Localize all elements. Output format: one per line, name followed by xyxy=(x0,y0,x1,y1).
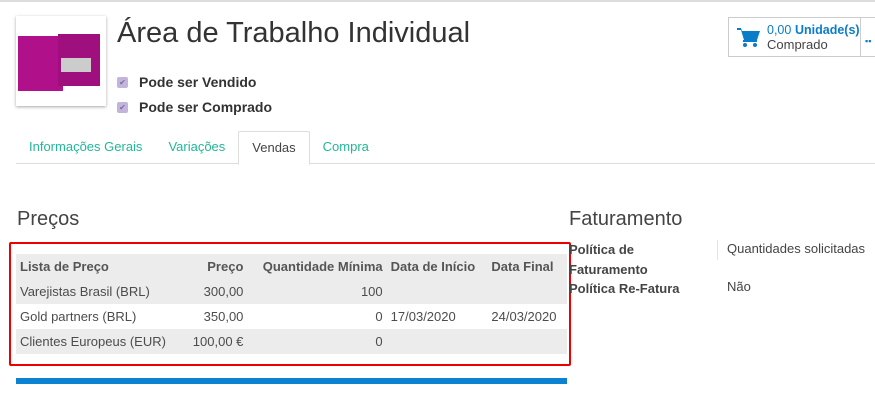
tab-bar: Informações Gerais Variações Vendas Comp… xyxy=(16,131,875,165)
checkbox-label: Pode ser Comprado xyxy=(139,99,273,115)
can-be-purchased-checkbox[interactable]: ✔ Pode ser Comprado xyxy=(117,99,272,115)
invoicing-heading: Faturamento xyxy=(569,208,683,230)
cell: 100,00 € xyxy=(192,334,244,349)
prices-heading: Preços xyxy=(17,208,80,230)
tab-purchase[interactable]: Compra xyxy=(310,131,382,163)
checkmark-icon[interactable]: ✔ xyxy=(117,76,128,88)
tab-variants[interactable]: Variações xyxy=(155,131,238,163)
cell xyxy=(487,329,567,354)
field-value[interactable]: Quantidades solicitadas xyxy=(727,241,865,256)
cell: 0 xyxy=(375,309,383,324)
cell: Varejistas Brasil (BRL) xyxy=(20,284,150,299)
col-start-date: Data de Início xyxy=(390,259,476,274)
field-label: Política Re-Fatura xyxy=(569,281,680,296)
tab-general-info[interactable]: Informações Gerais xyxy=(16,131,155,163)
invoice-policy-field: Política de Faturamento Quantidades solic… xyxy=(569,240,865,280)
checkmark-icon[interactable]: ✔ xyxy=(117,101,128,113)
col-min-qty: Quantidade Mínima xyxy=(262,259,383,274)
purchased-stat-button[interactable]: 0,00 Unidade(s) Comprado xyxy=(728,17,861,57)
col-price: Preço xyxy=(207,259,244,274)
can-be-sold-checkbox[interactable]: ✔ Pode ser Vendido xyxy=(117,74,256,90)
cell xyxy=(387,329,488,354)
field-label: Política de Faturamento xyxy=(569,242,648,277)
cell: 100 xyxy=(360,284,383,299)
stat-unit: Unidade(s) xyxy=(794,23,860,37)
top-border xyxy=(0,0,875,2)
table-header: Lista de Preço Preço Quantidade Mínima Data… xyxy=(16,254,567,279)
stat-value: 0,00 xyxy=(767,23,792,37)
col-pricelist: Lista de Preço xyxy=(20,259,109,274)
col-end-date: Data Final xyxy=(491,259,554,274)
field-value[interactable]: Não xyxy=(727,279,751,294)
pricelist-table: Lista de Preço Preço Quantidade Mínima Data… xyxy=(16,254,567,354)
stat-label: Comprado xyxy=(767,37,828,52)
table-row[interactable]: Gold partners (BRL) 350,00 0 17/03/2020 24/0… xyxy=(16,304,567,329)
reinvoice-policy-field: Política Re-Fatura Não xyxy=(569,279,751,299)
cell: 350,00 xyxy=(203,309,244,324)
cell: Clientes Europeus (EUR) xyxy=(20,334,166,349)
product-title: Área de Trabalho Individual xyxy=(117,17,471,49)
cell: 300,00 xyxy=(203,284,244,299)
tab-sales[interactable]: Vendas xyxy=(238,131,310,165)
product-image[interactable] xyxy=(16,16,106,106)
table-row[interactable]: Varejistas Brasil (BRL) 300,00 100 xyxy=(16,279,567,304)
cell xyxy=(387,279,488,304)
cart-icon xyxy=(737,28,760,47)
cell: 24/03/2020 xyxy=(491,309,557,324)
cell: Gold partners (BRL) xyxy=(20,309,137,324)
cell: 17/03/2020 xyxy=(390,309,456,324)
cell: 0 xyxy=(375,334,383,349)
blue-divider xyxy=(16,378,567,384)
table-row[interactable]: Clientes Europeus (EUR) 100,00 € 0 xyxy=(16,329,567,354)
more-stat-button[interactable]: ▪▪ xyxy=(860,17,875,57)
cell xyxy=(487,279,567,304)
field-separator xyxy=(717,240,718,260)
checkbox-label: Pode ser Vendido xyxy=(139,74,257,90)
